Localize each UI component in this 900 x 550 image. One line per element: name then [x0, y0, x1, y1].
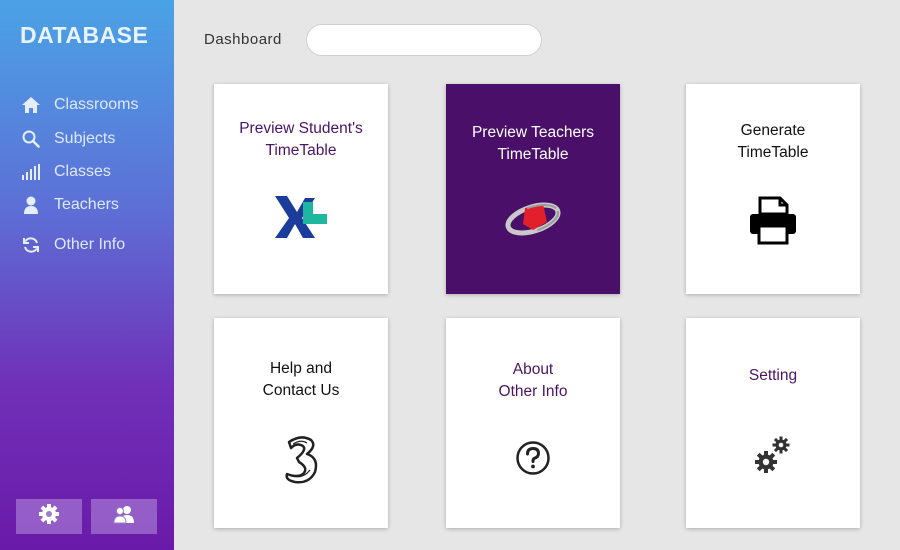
card-preview-teachers-timetable[interactable]: Preview Teachers TimeTable	[446, 84, 620, 294]
card-generate-timetable[interactable]: Generate TimeTable	[686, 84, 860, 294]
users-button[interactable]	[91, 499, 157, 534]
card-preview-student-timetable[interactable]: Preview Student's TimeTable	[214, 84, 388, 294]
sidebar-item-classrooms[interactable]: Classrooms	[20, 92, 138, 118]
signal-bars-icon	[20, 161, 42, 183]
card-title: Setting	[748, 367, 798, 384]
search-icon	[20, 128, 42, 150]
page-title: Dashboard	[204, 31, 282, 48]
sidebar-item-classes[interactable]: Classes	[20, 159, 111, 185]
card-title: Preview Student's TimeTable	[239, 120, 363, 159]
sidebar-item-label: Classrooms	[54, 96, 139, 113]
card-title: Generate TimeTable	[737, 122, 809, 161]
card-title: About Other Info	[498, 361, 568, 400]
sidebar-item-other-info[interactable]: Other Info	[20, 232, 125, 258]
card-title: Help and Contact Us	[262, 360, 340, 399]
sidebar-item-label: Classes	[54, 163, 111, 180]
card-about-other-info[interactable]: About Other Info	[446, 318, 620, 528]
question-circle-icon	[446, 440, 620, 476]
sidebar-item-label: Other Info	[54, 236, 126, 253]
refresh-icon	[20, 234, 42, 256]
sidebar-item-teachers[interactable]: Teachers	[20, 192, 119, 218]
home-icon	[20, 94, 42, 116]
three-logo-icon	[214, 434, 388, 486]
settings-button[interactable]	[16, 499, 82, 534]
xl-logo-icon	[214, 194, 388, 240]
search-input[interactable]	[306, 24, 542, 56]
telkomsel-logo-icon	[446, 194, 620, 242]
gear-icon	[38, 503, 60, 530]
users-icon	[112, 504, 136, 529]
printer-icon	[686, 196, 860, 246]
sidebar-item-label: Teachers	[54, 196, 119, 213]
gears-icon	[686, 434, 860, 476]
card-setting[interactable]: Setting	[686, 318, 860, 528]
sidebar: DATABASE Classrooms Subjects Classes Tea…	[0, 0, 174, 550]
card-title: Preview Teachers TimeTable	[471, 124, 595, 163]
user-icon	[20, 194, 42, 216]
sidebar-item-subjects[interactable]: Subjects	[20, 126, 115, 152]
brand-title: DATABASE	[20, 22, 149, 48]
sidebar-item-label: Subjects	[54, 130, 116, 147]
card-help-contact[interactable]: Help and Contact Us	[214, 318, 388, 528]
